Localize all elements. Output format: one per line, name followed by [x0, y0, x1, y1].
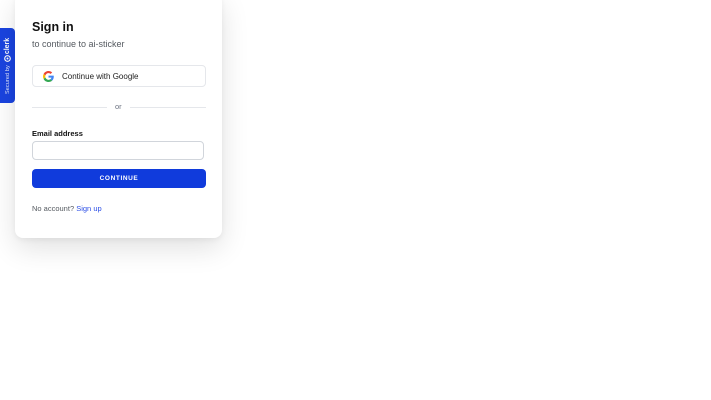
sign-up-link[interactable]: Sign up [76, 204, 101, 213]
continue-with-google-button[interactable]: Continue with Google [32, 65, 206, 87]
continue-button[interactable]: CONTINUE [32, 169, 206, 188]
signup-prompt: No account? Sign up [32, 204, 102, 213]
email-field[interactable] [32, 141, 204, 160]
google-button-label: Continue with Google [62, 71, 139, 81]
clerk-wordmark: clerk [4, 37, 11, 55]
page: Secured by clerk Sign in to continue to … [0, 0, 711, 400]
secured-by-clerk-badge[interactable]: Secured by clerk [0, 28, 15, 103]
page-subtitle: to continue to ai-sticker [32, 39, 125, 49]
clerk-logo-icon [4, 55, 11, 63]
page-title: Sign in [32, 20, 74, 34]
or-divider: or [32, 102, 206, 112]
sign-in-card: Sign in to continue to ai-sticker Contin… [15, 0, 222, 238]
divider-text: or [115, 102, 122, 111]
no-account-text: No account? [32, 204, 75, 213]
divider-line-right [130, 107, 206, 108]
clerk-brand: clerk [4, 37, 11, 63]
secured-by-text: Secured by [4, 65, 11, 94]
continue-button-label: CONTINUE [99, 175, 139, 182]
divider-line-left [32, 107, 107, 108]
google-icon [43, 70, 54, 82]
email-label: Email address [32, 129, 83, 138]
secured-by-content: Secured by clerk [1, 28, 14, 100]
